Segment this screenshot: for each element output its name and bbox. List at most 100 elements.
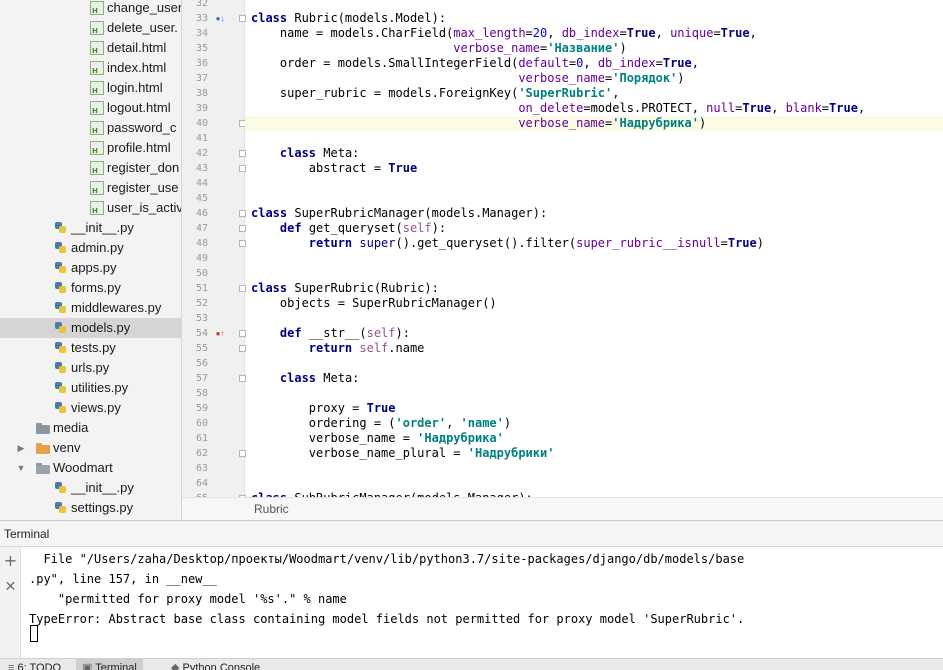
python-file-icon <box>54 381 68 395</box>
code-token: Rubric(models.Model): <box>294 11 447 25</box>
code-token: ): <box>431 221 447 235</box>
tree-item[interactable]: apps.py <box>0 258 181 278</box>
line-number: 64 <box>195 478 208 489</box>
code-token: .name <box>388 341 425 355</box>
tool-tab-label: Terminal <box>95 662 137 670</box>
code-token: def <box>279 221 309 235</box>
fold-marker-icon[interactable] <box>239 285 246 292</box>
tree-item[interactable]: models.py <box>0 318 181 338</box>
tree-item[interactable]: ▼ Woodmart <box>0 458 181 478</box>
line-number: 39 <box>195 103 208 114</box>
code-token: , <box>771 101 786 115</box>
gutter-line: 43 <box>182 161 246 176</box>
code-token: 'Порядок' <box>612 71 678 85</box>
line-number: 50 <box>195 268 208 279</box>
tree-item[interactable]: ▶ venv <box>0 438 181 458</box>
gutter-line: 58 <box>182 386 245 401</box>
tree-item[interactable]: change_user <box>0 0 181 18</box>
tree-item[interactable]: user_is_activ <box>0 198 181 218</box>
html-file-icon <box>90 101 104 115</box>
tree-item-label: middlewares.py <box>71 300 162 315</box>
tree-item[interactable]: logout.html <box>0 98 181 118</box>
close-icon[interactable]: ✕ <box>3 579 18 595</box>
code-token: class <box>251 11 295 25</box>
tool-tab[interactable]: ▣ Terminal <box>76 659 143 670</box>
line-number: 33 <box>195 13 208 24</box>
fold-marker-icon[interactable] <box>239 330 246 337</box>
fold-marker-icon[interactable] <box>239 210 246 217</box>
code-token: order = models.SmallIntegerField( <box>251 56 519 70</box>
fold-marker-icon[interactable] <box>239 375 246 382</box>
line-number: 38 <box>195 88 208 99</box>
override-icon[interactable]: ●↓ <box>214 13 226 25</box>
code-token: = <box>821 101 830 115</box>
code-token: 'Надрубрика' <box>612 116 699 130</box>
code-token: verbose_name <box>453 41 540 55</box>
plus-icon[interactable]: + <box>3 553 18 569</box>
fold-marker-icon[interactable] <box>239 240 246 247</box>
tree-item[interactable]: middlewares.py <box>0 298 181 318</box>
fold-marker-icon[interactable] <box>239 15 246 22</box>
tree-item[interactable]: detail.html <box>0 38 181 58</box>
terminal-output[interactable]: File "/Users/zaha/Desktop/проекты/Woodma… <box>22 547 943 658</box>
tree-item[interactable]: password_c <box>0 118 181 138</box>
line-number: 34 <box>195 28 208 39</box>
gutter-line: 52 <box>182 296 245 311</box>
tree-item[interactable]: views.py <box>0 398 181 418</box>
fold-marker-icon[interactable] <box>239 450 246 457</box>
html-file-icon <box>90 161 104 175</box>
tree-item[interactable]: index.html <box>0 58 181 78</box>
tool-tab[interactable]: ≡ 6: TODO <box>2 659 67 670</box>
tree-item[interactable]: settings.py <box>0 498 181 518</box>
terminal-icon: ▣ <box>82 662 96 670</box>
tree-item[interactable]: tests.py <box>0 338 181 358</box>
tree-item-label: utilities.py <box>71 380 129 395</box>
tree-item[interactable]: login.html <box>0 78 181 98</box>
tree-item[interactable]: utilities.py <box>0 378 181 398</box>
tree-item[interactable]: delete_user. <box>0 18 181 38</box>
html-file-icon <box>90 181 104 195</box>
tree-item[interactable]: __init__.py <box>0 478 181 498</box>
code-line: verbose_name='Надрубрика') <box>251 116 706 131</box>
line-number: 47 <box>195 223 208 234</box>
tree-item[interactable]: register_don <box>0 158 181 178</box>
tree-item[interactable]: profile.html <box>0 138 181 158</box>
python-file-icon <box>54 221 68 235</box>
python-file-icon <box>54 361 68 375</box>
tree-item[interactable]: admin.py <box>0 238 181 258</box>
line-number: 32 <box>195 0 208 9</box>
line-number: 58 <box>195 388 208 399</box>
tree-item[interactable]: forms.py <box>0 278 181 298</box>
fold-marker-icon[interactable] <box>239 150 246 157</box>
code-editor[interactable]: 32 33 ●↓ 34 35 36 37 38 39 40 41 42 43 44 45 46 47 48 49 50… <box>181 0 943 520</box>
breadcrumb[interactable]: Rubric <box>254 498 289 520</box>
terminal-toolbar: + ✕ <box>0 547 21 658</box>
line-number: 40 <box>195 118 208 129</box>
code-token: return <box>308 236 360 250</box>
code-token: name = models.CharField( <box>251 26 454 40</box>
fold-marker-icon[interactable] <box>239 345 246 352</box>
tool-tab[interactable]: ◆ Python Console <box>165 659 266 670</box>
fold-marker-icon[interactable] <box>239 165 246 172</box>
tool-tab-label: 6: TODO <box>17 662 62 670</box>
code-token: True <box>388 161 418 175</box>
chevron-right-icon[interactable]: ▶ <box>16 443 26 453</box>
tree-item[interactable]: urls.py <box>0 358 181 378</box>
tree-item[interactable]: media <box>0 418 181 438</box>
code-token: , <box>583 56 598 70</box>
chevron-down-icon[interactable]: ▼ <box>16 463 26 473</box>
code-token: = <box>619 26 627 40</box>
tree-item-label: password_c <box>107 120 177 135</box>
tree-item-label: media <box>53 420 89 435</box>
line-number: 49 <box>195 253 208 264</box>
line-number: 51 <box>195 283 208 294</box>
python-file-icon <box>54 481 68 495</box>
html-file-icon <box>90 201 104 215</box>
tree-item[interactable]: register_use <box>0 178 181 198</box>
code-token: class <box>251 206 295 220</box>
fold-marker-icon[interactable] <box>239 225 246 232</box>
tree-item[interactable]: __init__.py <box>0 218 181 238</box>
code-token: = <box>720 236 728 250</box>
overridden-icon[interactable]: ●↑ <box>214 328 226 340</box>
gutter-line: 33 ●↓ <box>182 11 246 26</box>
